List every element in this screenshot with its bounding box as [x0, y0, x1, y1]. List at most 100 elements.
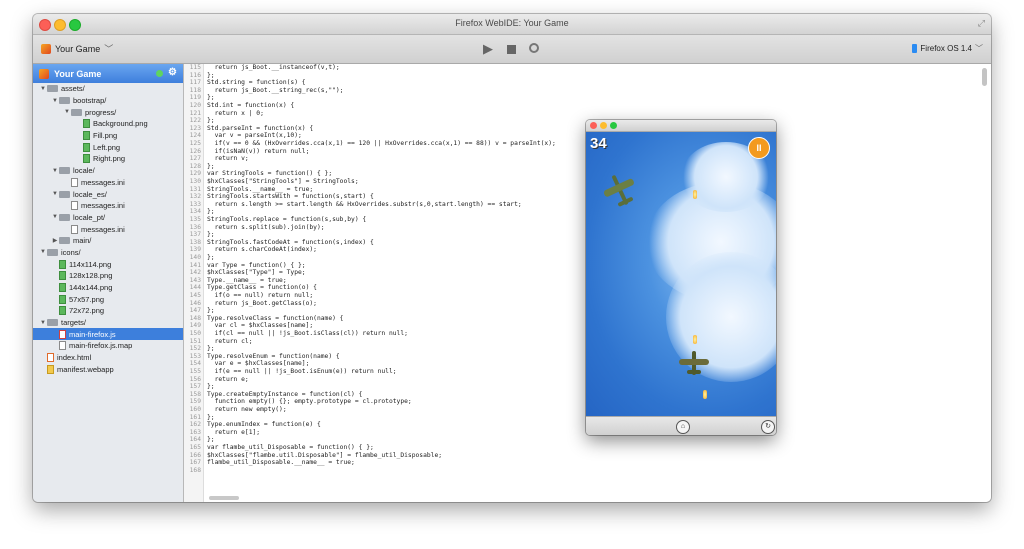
home-icon[interactable]: ⌂: [676, 420, 690, 434]
line-number: 136: [189, 223, 201, 231]
code-text: var e = $hxClasses[name];: [207, 360, 310, 368]
disclosure-open-icon[interactable]: ▼: [39, 249, 47, 255]
disclosure-open-icon[interactable]: ▼: [51, 214, 59, 220]
tree-file[interactable]: 72x72.png: [33, 305, 183, 317]
pause-button[interactable]: II: [748, 137, 770, 159]
tree-file[interactable]: Right.png: [33, 153, 183, 165]
code-line: 139 return s.charCodeAt(index);: [184, 246, 317, 254]
tree-item-label: 72x72.png: [69, 306, 105, 316]
code-text: Std.int = function(x) {: [207, 102, 295, 109]
disclosure-open-icon[interactable]: ▼: [51, 191, 59, 197]
tree-item-label: 144x144.png: [69, 283, 113, 293]
project-title: Your Game: [54, 68, 102, 79]
code-line: 146 return js_Boot.getClass(o);: [184, 300, 317, 308]
line-number: 152: [189, 345, 201, 353]
simulator-close-button[interactable]: [590, 122, 597, 129]
code-line: 122};: [184, 117, 215, 125]
tree-item-label: locale/: [73, 166, 95, 176]
code-text: return cl;: [207, 337, 253, 345]
code-text: return js_Boot.__instanceof(v,t);: [207, 64, 340, 71]
tree-folder[interactable]: ▼ locale_pt/: [33, 212, 183, 224]
code-text: return js_Boot.__string_rec(s,"");: [207, 86, 344, 94]
simulator-maximize-button[interactable]: [610, 122, 617, 129]
rotate-icon[interactable]: ↻: [761, 420, 775, 434]
tree-file[interactable]: 128x128.png: [33, 270, 183, 282]
line-number: 165: [189, 444, 201, 451]
play-icon[interactable]: ▶: [483, 41, 493, 57]
tree-folder[interactable]: ▼ locale_es/: [33, 188, 183, 200]
code-line: 149 var cl = $hxClasses[name];: [184, 322, 314, 330]
fullscreen-icon[interactable]: ⤢: [978, 18, 985, 29]
image-file-icon: [59, 259, 66, 269]
code-line: 119};: [184, 94, 215, 102]
tree-item-label: Fill.png: [93, 131, 118, 141]
code-line: 145 if(o == null) return null;: [184, 292, 314, 300]
code-text: flambe_util_Disposable.__name__ = true;: [207, 459, 355, 467]
line-number: 132: [189, 193, 201, 201]
stop-icon[interactable]: [507, 42, 516, 57]
line-number: 115: [189, 64, 201, 71]
code-line: 116};: [184, 72, 215, 80]
tree-file[interactable]: main-firefox.js: [33, 328, 183, 341]
tree-file[interactable]: messages.ini: [33, 223, 183, 235]
tree-file[interactable]: 114x114.png: [33, 258, 183, 270]
code-text: StringTools.__name__ = true;: [207, 185, 314, 193]
runtime-label: Firefox OS 1.4: [920, 44, 972, 53]
tree-file[interactable]: 144x144.png: [33, 282, 183, 294]
code-text: };: [207, 413, 215, 421]
runtime-selector[interactable]: Firefox OS 1.4 ﹀: [912, 43, 983, 54]
code-text: };: [207, 383, 215, 391]
tree-file[interactable]: Fill.png: [33, 130, 183, 142]
folder-icon: [71, 108, 82, 116]
code-text: Type.__name__ = true;: [207, 276, 287, 284]
vertical-scrollbar[interactable]: [982, 68, 987, 86]
project-sidebar: Your Game ⚙ ▼ assets/▼ bootstrap/▼ progress…: [33, 64, 184, 502]
code-text: };: [207, 231, 215, 239]
debug-icon[interactable]: [529, 41, 539, 56]
disclosure-open-icon[interactable]: ▼: [51, 98, 59, 104]
tree-item-label: messages.ini: [81, 201, 125, 211]
code-line: 143 Type.__name__ = true;: [184, 277, 287, 285]
tree-file[interactable]: manifest.webapp: [33, 364, 183, 376]
code-text: var Type = function() { };: [207, 261, 306, 269]
tree-file[interactable]: 57x57.png: [33, 293, 183, 305]
tree-file[interactable]: index.html: [33, 352, 183, 364]
tree-folder[interactable]: ▼ targets/: [33, 317, 183, 329]
simulator-minimize-button[interactable]: [600, 122, 607, 129]
tree-file[interactable]: Left.png: [33, 141, 183, 153]
game-screen[interactable]: 34 II: [586, 132, 776, 416]
line-number: 143: [189, 276, 201, 284]
html-file-icon: [47, 353, 54, 363]
tree-file[interactable]: Background.png: [33, 118, 183, 130]
disclosure-open-icon[interactable]: ▼: [51, 168, 59, 174]
code-line: 164};: [184, 436, 215, 444]
disclosure-open-icon[interactable]: ▼: [39, 320, 47, 326]
tree-item-label: main/: [73, 236, 92, 246]
tree-item-label: locale_es/: [73, 189, 107, 199]
line-number: 127: [189, 155, 201, 163]
code-text: $hxClasses["Type"] = Type;: [207, 269, 306, 277]
disclosure-open-icon[interactable]: ▼: [39, 86, 47, 92]
bullet: [693, 190, 697, 199]
tree-folder[interactable]: ▼ locale/: [33, 165, 183, 177]
tree-folder[interactable]: ▼ bootstrap/: [33, 95, 183, 107]
code-line: 161};: [184, 414, 215, 422]
horizontal-scrollbar[interactable]: [209, 496, 239, 500]
project-selector[interactable]: Your Game ﹀: [41, 42, 113, 55]
title-bar: Firefox WebIDE: Your Game ⤢: [33, 14, 991, 35]
gear-icon[interactable]: ⚙: [168, 67, 177, 78]
disclosure-closed-icon[interactable]: ▶: [51, 237, 59, 244]
tree-folder[interactable]: ▼ icons/: [33, 247, 183, 259]
simulator-title-bar: [586, 120, 776, 132]
project-header[interactable]: Your Game ⚙: [33, 64, 183, 83]
tree-file[interactable]: main-firefox.js.map: [33, 340, 183, 352]
disclosure-open-icon[interactable]: ▼: [63, 109, 71, 115]
status-icon: [156, 70, 163, 77]
line-number: 124: [189, 132, 201, 140]
tree-folder[interactable]: ▶ main/: [33, 235, 183, 247]
tree-folder[interactable]: ▼ assets/: [33, 83, 183, 95]
code-line: 129 var StringTools = function() { };: [184, 170, 332, 178]
tree-file[interactable]: messages.ini: [33, 200, 183, 212]
tree-file[interactable]: messages.ini: [33, 177, 183, 189]
tree-folder[interactable]: ▼ progress/: [33, 106, 183, 118]
